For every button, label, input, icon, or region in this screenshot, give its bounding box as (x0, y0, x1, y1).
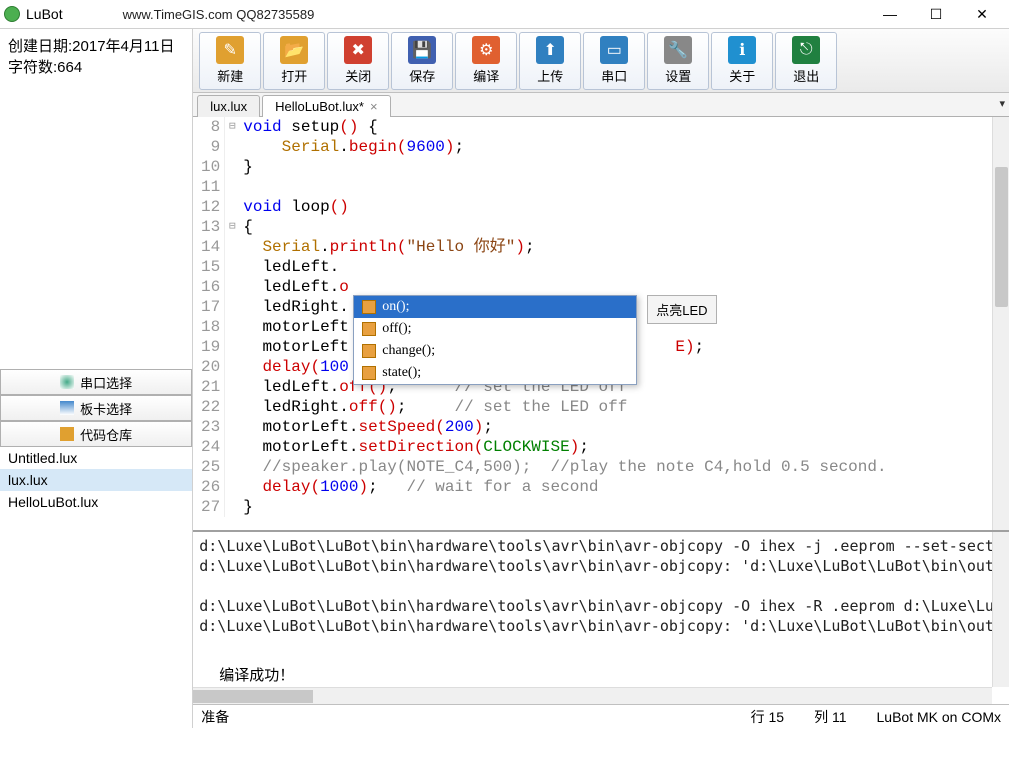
save-icon: 💾 (408, 36, 436, 64)
method-icon (362, 366, 376, 380)
created-date: 创建日期:2017年4月11日 (8, 35, 184, 56)
tab[interactable]: HelloLuBot.lux*× (262, 95, 390, 117)
tab-overflow-icon[interactable]: ▾ (999, 97, 1005, 110)
repo-icon (60, 427, 74, 441)
autocomplete-item[interactable]: state(); (354, 362, 636, 384)
settings-icon: 🔧 (664, 36, 692, 64)
editor[interactable]: 89101112131415161718192021222324252627 ⊟… (193, 117, 1009, 530)
window-controls: — ☐ ✕ (867, 0, 1005, 28)
toolbar: ✎新建📂打开✖关闭💾保存⚙编译⬆上传▭串口🔧设置ℹ关于⎋退出 (193, 29, 1009, 93)
editor-scrollbar[interactable] (992, 117, 1009, 530)
board-select-button[interactable]: 板卡选择 (0, 395, 192, 421)
info-panel: 创建日期:2017年4月11日 字符数:664 (0, 29, 192, 369)
exit-icon: ⎋ (792, 36, 820, 64)
sidebar: 创建日期:2017年4月11日 字符数:664 串口选择 板卡选择 代码仓库 U… (0, 29, 193, 728)
output-text: d:\Luxe\LuBot\LuBot\bin\hardware\tools\a… (199, 536, 1003, 636)
exit-button[interactable]: ⎋退出 (775, 32, 837, 90)
tab-bar: lux.luxHelloLuBot.lux*× ▾ (193, 93, 1009, 117)
serialport-button[interactable]: ▭串口 (583, 32, 645, 90)
file-list: Untitled.luxlux.luxHelloLuBot.lux (0, 447, 192, 728)
compile-icon: ⚙ (472, 36, 500, 64)
status-col: 列 11 (814, 707, 846, 727)
save-button[interactable]: 💾保存 (391, 32, 453, 90)
compile-button[interactable]: ⚙编译 (455, 32, 517, 90)
settings-button[interactable]: 🔧设置 (647, 32, 709, 90)
fold-gutter[interactable]: ⊟⊟ (225, 117, 239, 517)
method-icon (362, 322, 376, 336)
output-hscroll[interactable] (193, 687, 992, 704)
close-button[interactable]: ✕ (959, 0, 1005, 28)
file-item[interactable]: lux.lux (0, 469, 192, 491)
output-vscroll[interactable] (992, 532, 1009, 687)
close-icon[interactable]: × (370, 99, 378, 114)
about-icon: ℹ (728, 36, 756, 64)
serial-select-button[interactable]: 串口选择 (0, 369, 192, 395)
serialport-icon: ▭ (600, 36, 628, 64)
autocomplete-item[interactable]: off(); (354, 318, 636, 340)
open-button[interactable]: 📂打开 (263, 32, 325, 90)
method-icon (362, 300, 376, 314)
line-gutter: 89101112131415161718192021222324252627 (193, 117, 225, 517)
serial-icon (60, 375, 74, 389)
new-icon: ✎ (216, 36, 244, 64)
code-repo-button[interactable]: 代码仓库 (0, 421, 192, 447)
titlebar: LuBot www.TimeGIS.com QQ82735589 — ☐ ✕ (0, 0, 1009, 28)
open-icon: 📂 (280, 36, 308, 64)
autocomplete-popup[interactable]: on();off();change();state(); (353, 295, 637, 385)
file-item[interactable]: HelloLuBot.lux (0, 491, 192, 513)
char-count: 字符数:664 (8, 56, 184, 77)
status-ready: 准备 (201, 707, 229, 727)
upload-icon: ⬆ (536, 36, 564, 64)
close-button[interactable]: ✖关闭 (327, 32, 389, 90)
new-button[interactable]: ✎新建 (199, 32, 261, 90)
status-port: LuBot MK on COMx (877, 709, 1002, 725)
app-url: www.TimeGIS.com QQ82735589 (123, 7, 315, 22)
compile-success: 编译成功！ (199, 666, 1003, 686)
scrollbar-thumb[interactable] (995, 167, 1008, 307)
close-icon: ✖ (344, 36, 372, 64)
file-item[interactable]: Untitled.lux (0, 447, 192, 469)
board-icon (60, 401, 74, 415)
upload-button[interactable]: ⬆上传 (519, 32, 581, 90)
led-light-button[interactable]: 点亮LED (647, 295, 716, 324)
autocomplete-item[interactable]: change(); (354, 340, 636, 362)
autocomplete-item[interactable]: on(); (354, 296, 636, 318)
maximize-button[interactable]: ☐ (913, 0, 959, 28)
minimize-button[interactable]: — (867, 0, 913, 28)
app-icon (4, 6, 20, 22)
statusbar: 准备 行 15 列 11 LuBot MK on COMx (193, 704, 1009, 728)
about-button[interactable]: ℹ关于 (711, 32, 773, 90)
status-line: 行 15 (751, 707, 784, 727)
app-title: LuBot (26, 6, 63, 22)
method-icon (362, 344, 376, 358)
tab[interactable]: lux.lux (197, 95, 260, 117)
scrollbar-thumb[interactable] (193, 690, 313, 703)
output-panel[interactable]: d:\Luxe\LuBot\LuBot\bin\hardware\tools\a… (193, 530, 1009, 704)
